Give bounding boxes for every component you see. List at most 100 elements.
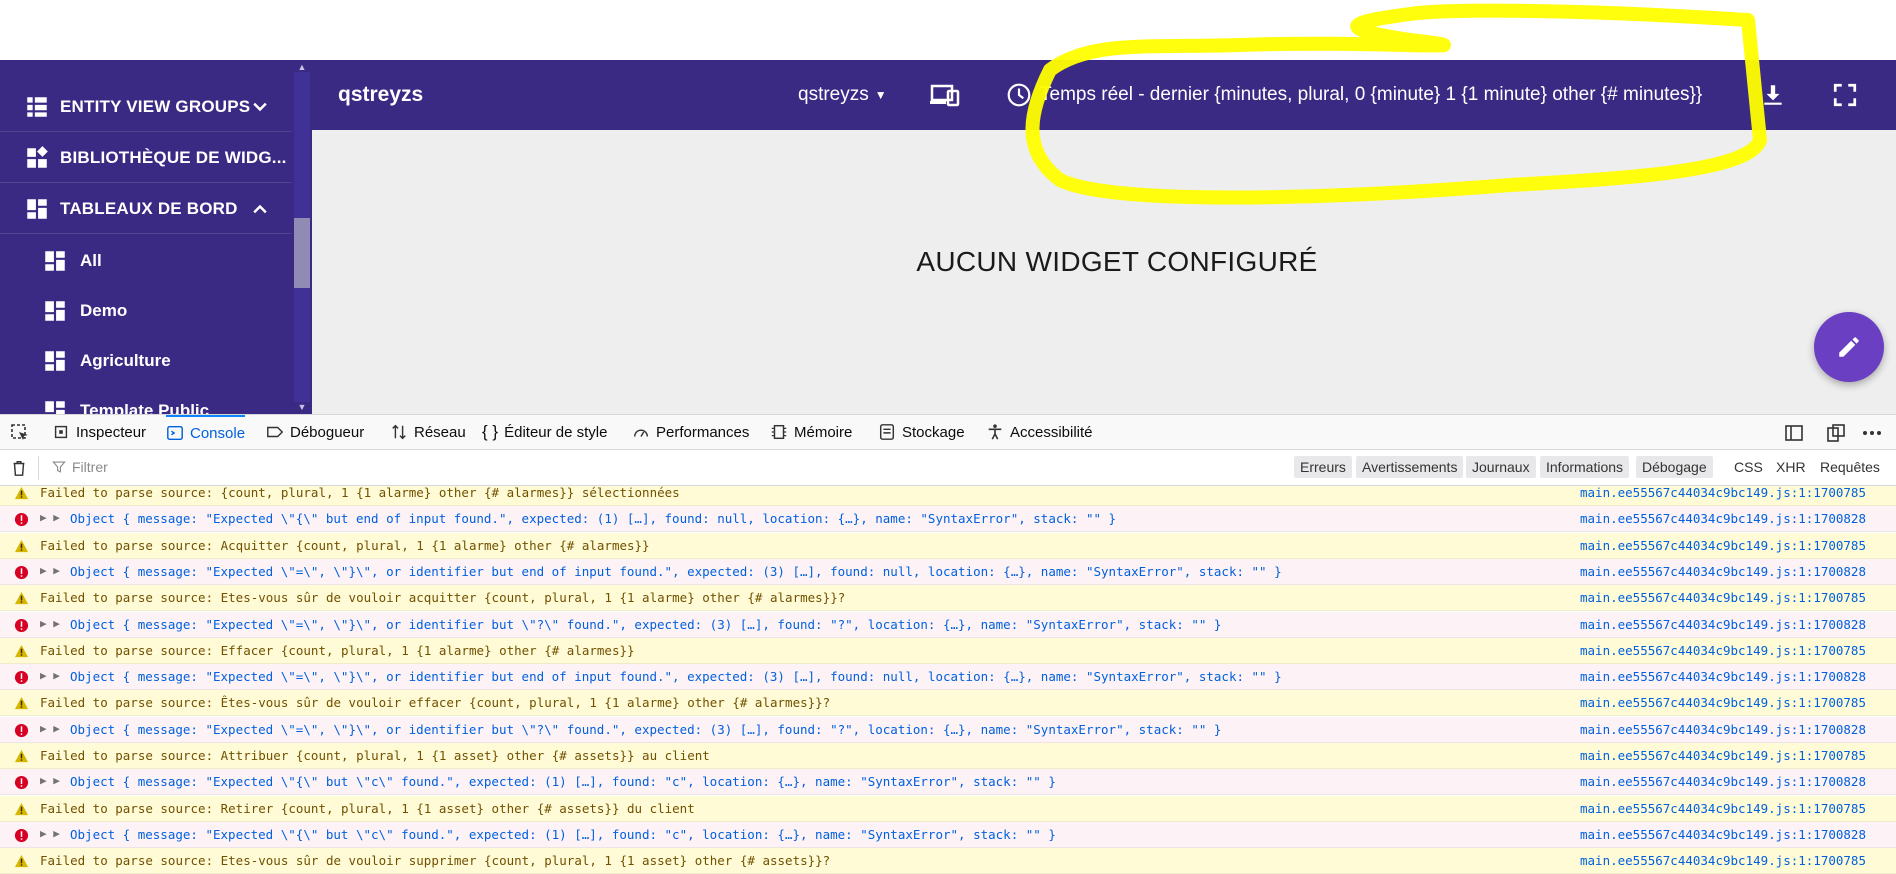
split-console-icon[interactable] (1784, 423, 1804, 443)
chevron-up-icon[interactable] (250, 199, 270, 219)
dashboard-icon (45, 401, 65, 414)
sidebar-subitem-template-public[interactable]: Template Public (0, 386, 292, 414)
console-error-row[interactable]: ▶ ▶ Object { message: "Expected \"{\" but… (0, 506, 1896, 533)
dashboard-icon (27, 198, 47, 219)
console-error-row[interactable]: ▶ ▶ Object { message: "Expected \"{\" but… (0, 769, 1896, 796)
source-link[interactable]: main.ee55567c44034c9bc149.js:1:1700785 (1580, 695, 1866, 710)
tab-label: Stockage (902, 423, 965, 441)
sidebar-item-dashboards[interactable]: TABLEAUX DE BORD (0, 184, 292, 234)
sidebar-subitem-demo[interactable]: Demo (0, 286, 292, 336)
tab-accessibilite[interactable]: Accessibilité (986, 415, 1093, 449)
filter-input[interactable]: Filtrer (52, 459, 108, 475)
state-selector[interactable]: qstreyzs ▼ (798, 84, 887, 106)
source-link[interactable]: main.ee55567c44034c9bc149.js:1:1700785 (1580, 538, 1866, 553)
expand-twisty-icon[interactable]: ▶ ▶ (40, 827, 60, 840)
filter-logs-button[interactable]: Journaux (1466, 456, 1536, 478)
sidebar-item-label: TABLEAUX DE BORD (60, 198, 238, 218)
sidebar-item-widget-library[interactable]: BIBLIOTHÈQUE DE WIDG... (0, 133, 292, 183)
console-message: Failed to parse source: Attribuer {count… (40, 748, 710, 763)
source-link[interactable]: main.ee55567c44034c9bc149.js:1:1700828 (1580, 617, 1866, 632)
console-warning-row[interactable]: Failed to parse source: Retirer {count, … (0, 795, 1896, 822)
console-icon (167, 425, 183, 441)
source-link[interactable]: main.ee55567c44034c9bc149.js:1:1700785 (1580, 643, 1866, 658)
filter-errors-button[interactable]: Erreurs (1294, 456, 1352, 478)
source-link[interactable]: main.ee55567c44034c9bc149.js:1:1700828 (1580, 669, 1866, 684)
console-message: Failed to parse source: Acquitter {count… (40, 537, 650, 553)
tab-editeur-de-style[interactable]: { } Éditeur de style (482, 415, 607, 449)
fullscreen-icon[interactable] (1832, 82, 1858, 108)
tab-inspecteur[interactable]: Inspecteur (52, 415, 146, 449)
tab-console[interactable]: Console (166, 415, 246, 449)
console-warning-row[interactable]: Failed to parse source: Effacer {count, … (0, 637, 1896, 664)
console-message: Failed to parse source: Effacer {count, … (40, 642, 635, 658)
tab-reseau[interactable]: Réseau (390, 415, 466, 449)
expand-twisty-icon[interactable]: ▶ ▶ (40, 669, 60, 682)
sidebar: ENTITY VIEW GROUPS BIBLIOTHÈQUE DE WIDG.… (0, 60, 312, 414)
console-error-row[interactable]: ▶ ▶ Object { message: "Expected \"{\" but… (0, 821, 1896, 848)
dashboard-header: qstreyzs qstreyzs ▼ Temps réel - dernier… (312, 60, 1896, 130)
filter-requests-button[interactable]: Requêtes (1814, 456, 1886, 478)
expand-twisty-icon[interactable]: ▶ ▶ (40, 774, 60, 787)
devtools-toolbar: Inspecteur Console Débogueur Réseau { } … (0, 414, 1896, 450)
filter-icon (52, 461, 66, 473)
source-link[interactable]: main.ee55567c44034c9bc149.js:1:1700828 (1580, 722, 1866, 737)
timewindow-button[interactable]: Temps réel - dernier {minutes, plural, 0… (1006, 82, 1702, 108)
source-link[interactable]: main.ee55567c44034c9bc149.js:1:1700785 (1580, 590, 1866, 605)
source-link[interactable]: main.ee55567c44034c9bc149.js:1:1700785 (1580, 748, 1866, 763)
filter-warnings-button[interactable]: Avertissements (1356, 456, 1464, 478)
source-link[interactable]: main.ee55567c44034c9bc149.js:1:1700828 (1580, 827, 1866, 842)
sidebar-subitem-agriculture[interactable]: Agriculture (0, 336, 292, 386)
download-icon[interactable] (1760, 82, 1786, 108)
console-error-row[interactable]: ▶ ▶ Object { message: "Expected \"=\", \"… (0, 716, 1896, 743)
chevron-down-icon[interactable] (250, 97, 270, 117)
console-warning-row[interactable]: Failed to parse source: Etes-vous sûr de… (0, 585, 1896, 612)
filter-info-button[interactable]: Informations (1540, 456, 1630, 478)
console-message: Failed to parse source: Retirer {count, … (40, 800, 695, 816)
filter-css-button[interactable]: CSS (1728, 456, 1769, 478)
accessibility-icon (988, 424, 1002, 440)
scrollbar-thumb[interactable] (294, 218, 310, 288)
tab-label: Performances (656, 423, 750, 441)
edit-dashboard-button[interactable] (1814, 312, 1884, 382)
expand-twisty-icon[interactable]: ▶ ▶ (40, 617, 60, 630)
source-link[interactable]: main.ee55567c44034c9bc149.js:1:1700785 (1580, 486, 1866, 500)
source-link[interactable]: main.ee55567c44034c9bc149.js:1:1700785 (1580, 853, 1866, 868)
filter-xhr-button[interactable]: XHR (1770, 456, 1812, 478)
expand-twisty-icon[interactable]: ▶ ▶ (40, 564, 60, 577)
trash-icon[interactable] (10, 459, 28, 477)
sidebar-scrollbar[interactable]: ▲ ▼ (292, 60, 312, 414)
sidebar-subitem-all[interactable]: All (0, 236, 292, 286)
sidebar-item-entity-view-groups[interactable]: ENTITY VIEW GROUPS (0, 82, 292, 132)
widgets-icon (27, 145, 48, 168)
dock-icon[interactable] (1826, 423, 1846, 443)
more-options-icon[interactable] (1862, 423, 1882, 443)
console-warning-row[interactable]: Failed to parse source: {count, plural, … (0, 486, 1896, 506)
filter-debug-button[interactable]: Débogage (1636, 456, 1713, 478)
console-warning-row[interactable]: Failed to parse source: Attribuer {count… (0, 743, 1896, 769)
console-warning-row[interactable]: Failed to parse source: Etes-vous sûr de… (0, 848, 1896, 874)
scroll-down-icon[interactable]: ▼ (297, 402, 307, 412)
devices-icon[interactable] (930, 82, 960, 108)
source-link[interactable]: main.ee55567c44034c9bc149.js:1:1700828 (1580, 774, 1866, 789)
source-link[interactable]: main.ee55567c44034c9bc149.js:1:1700828 (1580, 511, 1866, 526)
scroll-up-icon[interactable]: ▲ (297, 62, 307, 72)
tab-stockage[interactable]: Stockage (878, 415, 965, 449)
tab-performances[interactable]: Performances (632, 415, 749, 449)
expand-twisty-icon[interactable]: ▶ ▶ (40, 722, 60, 735)
console-warning-row[interactable]: Failed to parse source: Êtes-vous sûr de… (0, 690, 1896, 717)
dashboard-icon (45, 351, 65, 371)
storage-icon (879, 424, 895, 440)
source-link[interactable]: main.ee55567c44034c9bc149.js:1:1700828 (1580, 564, 1866, 579)
tab-memoire[interactable]: Mémoire (770, 415, 852, 449)
console-error-row[interactable]: ▶ ▶ Object { message: "Expected \"=\", \"… (0, 611, 1896, 638)
timewindow-label: Temps réel - dernier {minutes, plural, 0… (1040, 84, 1703, 105)
element-picker-icon[interactable] (10, 423, 30, 443)
console-warning-row[interactable]: Failed to parse source: Acquitter {count… (0, 532, 1896, 559)
tab-debogueur[interactable]: Débogueur (266, 415, 364, 449)
expand-twisty-icon[interactable]: ▶ ▶ (40, 511, 60, 524)
console-output[interactable]: Failed to parse source: {count, plural, … (0, 486, 1896, 874)
console-error-row[interactable]: ▶ ▶ Object { message: "Expected \"=\", \"… (0, 664, 1896, 691)
source-link[interactable]: main.ee55567c44034c9bc149.js:1:1700785 (1580, 801, 1866, 816)
console-error-row[interactable]: ▶ ▶ Object { message: "Expected \"=\", \"… (0, 558, 1896, 585)
console-message: Failed to parse source: Etes-vous sûr de… (40, 590, 846, 606)
